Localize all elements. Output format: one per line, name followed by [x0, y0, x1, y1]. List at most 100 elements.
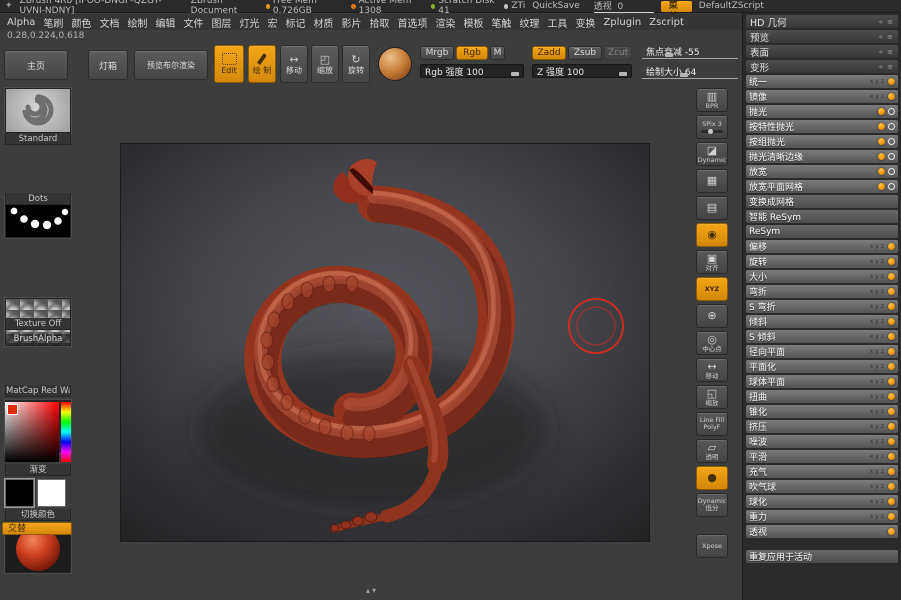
deform-axis-y-bend[interactable]: y [875, 288, 879, 295]
menu-item-2[interactable]: 颜色 [67, 15, 95, 30]
deform-slider-skew[interactable]: 倾斜 x y z [746, 315, 898, 328]
linefill-polyframe-button[interactable]: Line Fill PolyF [696, 412, 728, 436]
deform-axis-x-mirror[interactable]: x [870, 93, 874, 100]
deform-handle-twist[interactable] [888, 393, 895, 400]
deform-axis-y-squeeze[interactable]: y [875, 423, 879, 430]
menu-item-17[interactable]: 笔触 [487, 15, 515, 30]
deform-slider-polish[interactable]: 抛光 [746, 105, 898, 118]
deform-slider-relax[interactable]: 放宽 [746, 165, 898, 178]
transparency-button[interactable]: ▱ 透明 [696, 439, 728, 463]
deform-axis-z-twist[interactable]: z [881, 393, 884, 400]
deform-axis-z-mirror[interactable]: z [881, 93, 884, 100]
m-button[interactable]: M [490, 46, 505, 60]
menu-item-10[interactable]: 标记 [281, 15, 309, 30]
deform-axis-z-taper[interactable]: z [881, 408, 884, 415]
deform-axis-x-noise[interactable]: x [870, 438, 874, 445]
deform-handle-polish-by-features[interactable] [878, 123, 885, 130]
deform-handle-polish-crisp-edges[interactable] [878, 153, 885, 160]
canvas-scroll-marks[interactable]: ▴▾ [366, 586, 378, 595]
mrgb-button[interactable]: Mrgb [420, 46, 454, 60]
menu-item-12[interactable]: 影片 [337, 15, 365, 30]
deform-handle-spherical-flatten[interactable] [888, 378, 895, 385]
zoom-button[interactable]: ◱ 缩放 [696, 385, 728, 409]
xyz-button[interactable]: XYZ [696, 277, 728, 301]
deform-handle-unify[interactable] [888, 78, 895, 85]
home-button[interactable]: 主页 [4, 50, 68, 80]
deform-handle-s-bend[interactable] [888, 303, 895, 310]
perspective-grid-button[interactable]: ▦ [696, 169, 728, 193]
draw-button[interactable]: 绘 制 [248, 45, 276, 83]
deform-axis-z-spherize[interactable]: z [881, 498, 884, 505]
deform-slider-polish-by-groups[interactable]: 按组抛光 [746, 135, 898, 148]
deform-slider-taper[interactable]: 锥化 x y z [746, 405, 898, 418]
frame-button[interactable]: ▣ 对齐 [696, 250, 728, 274]
deform-axis-y-s-skew[interactable]: y [875, 333, 879, 340]
xpose-button[interactable]: Xpose [696, 534, 728, 558]
lightbox-button[interactable]: 灯箱 [88, 50, 128, 80]
document-canvas[interactable] [120, 143, 650, 542]
spix-slider-handle[interactable] [707, 129, 713, 134]
deform-handle-rotate[interactable] [888, 258, 895, 265]
deform-slider-perspective[interactable]: 透视 [746, 525, 898, 538]
deform-alt-toggle-polish-crisp-edges[interactable] [888, 153, 895, 160]
deform-axis-y-size[interactable]: y [875, 273, 879, 280]
deform-axis-x-gravity[interactable]: x [870, 513, 874, 520]
rotate-button[interactable]: ↻ 旋转 [342, 45, 370, 83]
deform-axis-y-inflate-balloon[interactable]: y [875, 483, 879, 490]
menu-item-16[interactable]: 模板 [459, 15, 487, 30]
floor-grid-button[interactable]: ▤ [696, 196, 728, 220]
deform-slider-offset[interactable]: 偏移 x y z [746, 240, 898, 253]
dynamic-resolution-button[interactable]: Dynamic 低分 [696, 493, 728, 517]
rgb-intensity-slider[interactable]: Rgb 强度 100 [420, 64, 524, 78]
deform-handle-relax[interactable] [878, 168, 885, 175]
deform-axis-x-unify[interactable]: x [870, 78, 874, 85]
deform-handle-taper[interactable] [888, 408, 895, 415]
move-button[interactable]: ↔ 移动 [696, 358, 728, 382]
deform-slider-twist[interactable]: 扭曲 x y z [746, 390, 898, 403]
local-symmetry-button[interactable]: ◉ [696, 223, 728, 247]
menu-item-0[interactable]: Alpha [3, 17, 39, 28]
menu-item-8[interactable]: 灯光 [235, 15, 263, 30]
deform-slider-inflate[interactable]: 充气 x y z [746, 465, 898, 478]
current-brush-thumbnail[interactable] [5, 88, 71, 133]
deform-slider-noise[interactable]: 噪波 x y z [746, 435, 898, 448]
deform-axis-y-noise[interactable]: y [875, 438, 879, 445]
menu-button[interactable]: 菜单 [660, 0, 692, 22]
zsub-button[interactable]: Zsub [568, 46, 602, 60]
menu-item-3[interactable]: 文档 [95, 15, 123, 30]
deform-slider-gravity[interactable]: 重力 x y z [746, 510, 898, 523]
deform-alt-toggle-relax[interactable] [888, 168, 895, 175]
deform-button-morph-to-grid[interactable]: 变换成网格 [746, 195, 898, 208]
menu-item-13[interactable]: 拾取 [365, 15, 393, 30]
deform-axis-z-inflate[interactable]: z [881, 468, 884, 475]
deform-axis-x-bend[interactable]: x [870, 288, 874, 295]
deform-slider-relax-plane-grid[interactable]: 放宽平面网格 [746, 180, 898, 193]
deform-axis-z-spherical-flatten[interactable]: z [881, 378, 884, 385]
deform-axis-z-gravity[interactable]: z [881, 513, 884, 520]
deform-handle-relax-plane-grid[interactable] [878, 183, 885, 190]
deform-axis-x-rotate[interactable]: x [870, 258, 874, 265]
deform-handle-s-skew[interactable] [888, 333, 895, 340]
swap-colors-button[interactable]: 交替 [2, 522, 72, 535]
center-button[interactable]: ◎ 中心点 [696, 331, 728, 355]
scroll-button[interactable]: ⊕ [696, 304, 728, 328]
deform-slider-inflate-balloon[interactable]: 吹气球 x y z [746, 480, 898, 493]
menu-item-9[interactable]: 宏 [263, 15, 281, 30]
deform-handle-inflate[interactable] [888, 468, 895, 475]
menu-item-20[interactable]: 变换 [571, 15, 599, 30]
menu-item-11[interactable]: 材质 [309, 15, 337, 30]
deform-axis-z-inflate-balloon[interactable]: z [881, 483, 884, 490]
deform-handle-polish-by-groups[interactable] [878, 138, 885, 145]
deform-slider-s-bend[interactable]: S 弯折 x y z [746, 300, 898, 313]
bpr-render-button[interactable]: ▥ BPR [696, 88, 728, 112]
perspective-angle-slider[interactable]: 透视 0 [593, 0, 654, 13]
deform-alt-toggle-relax-plane-grid[interactable] [888, 183, 895, 190]
deform-axis-y-rotate[interactable]: y [875, 258, 879, 265]
deform-handle-size[interactable] [888, 273, 895, 280]
deform-axis-y-inflate[interactable]: y [875, 468, 879, 475]
deform-axis-x-skew[interactable]: x [870, 318, 874, 325]
scale-button[interactable]: ◰ 缩放 [311, 45, 339, 83]
deform-axis-x-taper[interactable]: x [870, 408, 874, 415]
z-intensity-handle[interactable] [619, 72, 628, 76]
deform-handle-spherize[interactable] [888, 498, 895, 505]
